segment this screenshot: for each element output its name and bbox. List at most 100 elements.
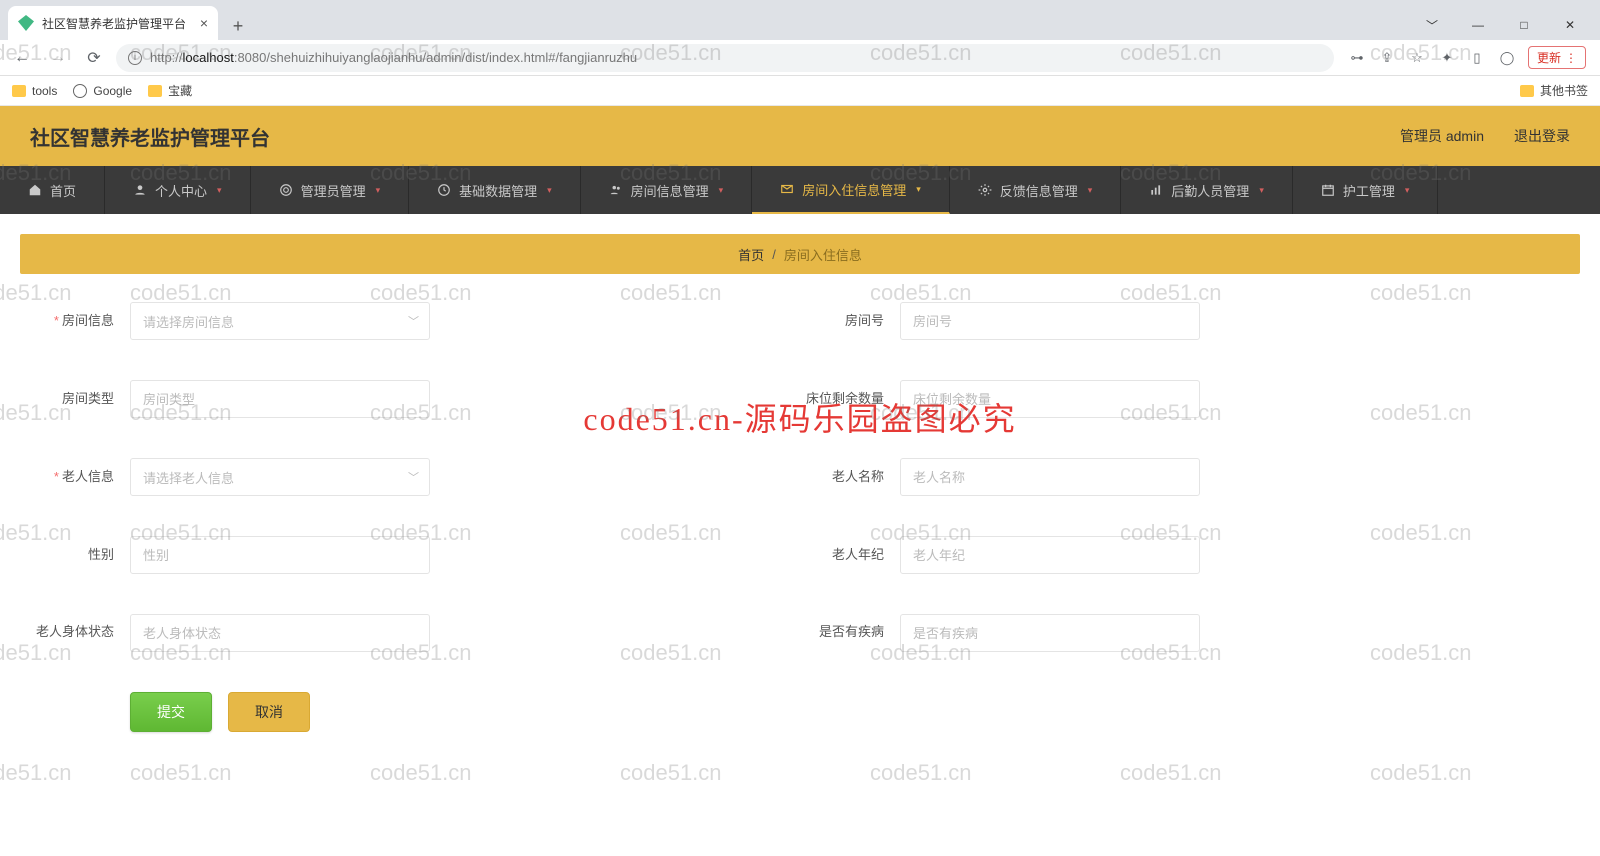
- nav-roomcheckin[interactable]: 房间入住信息管理▾: [752, 166, 950, 214]
- profile-icon[interactable]: ◯: [1498, 49, 1516, 67]
- sidepanel-icon[interactable]: ▯: [1468, 49, 1486, 67]
- watermark-text: code51.cn: [370, 760, 472, 786]
- bed-left-input[interactable]: [900, 380, 1200, 418]
- url-input[interactable]: i http://localhost:8080/shehuizhihuiyang…: [116, 44, 1334, 72]
- room-no-label: 房间号: [800, 302, 900, 340]
- main-nav: 首页 个人中心▾ 管理员管理▾ 基础数据管理▾ 房间信息管理▾ 房间入住信息管理…: [0, 166, 1600, 214]
- reload-button[interactable]: ⟳: [80, 44, 108, 72]
- star-icon[interactable]: ☆: [1408, 49, 1426, 67]
- bookmark-tools[interactable]: tools: [12, 84, 57, 98]
- room-no-input[interactable]: [900, 302, 1200, 340]
- watermark-text: code51.cn: [1370, 760, 1472, 786]
- watermark-text: code51.cn: [0, 760, 72, 786]
- close-window-button[interactable]: ✕: [1550, 10, 1590, 40]
- elder-body-input[interactable]: [130, 614, 430, 652]
- update-button[interactable]: 更新 ⋮: [1528, 46, 1586, 69]
- bookmark-google[interactable]: Google: [73, 84, 132, 98]
- tab-title: 社区智慧养老监护管理平台: [42, 15, 192, 32]
- logout-link[interactable]: 退出登录: [1514, 126, 1570, 146]
- calendar-icon: [1321, 183, 1335, 197]
- key-icon[interactable]: ⊶: [1348, 49, 1366, 67]
- nav-basedata[interactable]: 基础数据管理▾: [409, 166, 581, 214]
- folder-icon: [1520, 85, 1534, 97]
- browser-tab[interactable]: 社区智慧养老监护管理平台 ×: [8, 6, 218, 40]
- nav-caregiver[interactable]: 护工管理▾: [1293, 166, 1439, 214]
- has-disease-label: 是否有疾病: [800, 614, 900, 642]
- watermark-text: code51.cn: [1120, 760, 1222, 786]
- gear-icon: [978, 183, 992, 197]
- form: *房间信息 请选择房间信息﹀ 房间号 房间类型 床位剩余数量 *老人信息 请选择…: [20, 302, 1580, 732]
- room-type-input[interactable]: [130, 380, 430, 418]
- breadcrumb: 首页 / 房间入住信息: [20, 234, 1580, 274]
- clock-icon: [437, 183, 451, 197]
- nav-admin[interactable]: 管理员管理▾: [251, 166, 410, 214]
- user-label[interactable]: 管理员 admin: [1400, 126, 1484, 146]
- elder-body-label: 老人身体状态: [30, 614, 130, 642]
- elder-age-input[interactable]: [900, 536, 1200, 574]
- info-icon[interactable]: i: [128, 51, 142, 65]
- chevron-down-icon: ▾: [1259, 185, 1264, 196]
- chevron-down-icon: ▾: [916, 184, 921, 195]
- close-tab-icon[interactable]: ×: [200, 15, 208, 31]
- extensions-icon[interactable]: ✦: [1438, 49, 1456, 67]
- favicon-icon: [18, 15, 34, 31]
- nav-logistics[interactable]: 后勤人员管理▾: [1121, 166, 1293, 214]
- elder-info-label: *老人信息: [30, 458, 130, 496]
- bed-left-label: 床位剩余数量: [800, 380, 900, 418]
- bookmark-bz[interactable]: 宝藏: [148, 82, 192, 99]
- elder-age-label: 老人年纪: [800, 536, 900, 574]
- breadcrumb-home[interactable]: 首页: [738, 245, 764, 264]
- gender-input[interactable]: [130, 536, 430, 574]
- chevron-down-icon[interactable]: ﹀: [1412, 10, 1452, 40]
- watermark-text: code51.cn: [620, 760, 722, 786]
- globe-icon: [73, 84, 87, 98]
- breadcrumb-current: 房间入住信息: [784, 245, 862, 264]
- url-text: http://localhost:8080/shehuizhihuiyangla…: [150, 50, 637, 65]
- nav-personal[interactable]: 个人中心▾: [105, 166, 251, 214]
- chevron-down-icon: ﹀: [408, 313, 419, 329]
- watermark-text: code51.cn: [130, 760, 232, 786]
- bookmarks-bar: tools Google 宝藏 其他书签: [0, 76, 1600, 106]
- chevron-down-icon: ▾: [719, 185, 724, 196]
- window-controls: ﹀ — □ ✕: [1412, 10, 1600, 40]
- elder-name-input[interactable]: [900, 458, 1200, 496]
- share-icon[interactable]: ⇪: [1378, 49, 1396, 67]
- room-info-select[interactable]: 请选择房间信息﹀: [130, 302, 430, 340]
- target-icon: [279, 183, 293, 197]
- back-button[interactable]: ←: [8, 44, 36, 72]
- bookmark-other[interactable]: 其他书签: [1520, 82, 1588, 99]
- home-icon: [28, 183, 42, 197]
- minimize-button[interactable]: —: [1458, 10, 1498, 40]
- breadcrumb-sep: /: [772, 247, 776, 262]
- form-buttons: 提交 取消: [30, 692, 1570, 732]
- app-title: 社区智慧养老监护管理平台: [30, 122, 270, 151]
- page-content: 首页 / 房间入住信息 *房间信息 请选择房间信息﹀ 房间号 房间类型 床位剩余…: [0, 214, 1600, 752]
- room-info-label: *房间信息: [30, 302, 130, 340]
- watermark-text: code51.cn: [870, 760, 972, 786]
- header-right: 管理员 admin 退出登录: [1400, 126, 1570, 146]
- forward-button[interactable]: →: [44, 44, 72, 72]
- nav-feedback[interactable]: 反馈信息管理▾: [950, 166, 1122, 214]
- address-bar: ← → ⟳ i http://localhost:8080/shehuizhih…: [0, 40, 1600, 76]
- submit-button[interactable]: 提交: [130, 692, 212, 732]
- chevron-down-icon: ▾: [1088, 185, 1093, 196]
- cancel-button[interactable]: 取消: [228, 692, 310, 732]
- chevron-down-icon: ▾: [1405, 185, 1410, 196]
- maximize-button[interactable]: □: [1504, 10, 1544, 40]
- chevron-down-icon: ▾: [547, 185, 552, 196]
- nav-home[interactable]: 首页: [0, 166, 105, 214]
- browser-tab-strip: 社区智慧养老监护管理平台 × + ﹀ — □ ✕: [0, 0, 1600, 40]
- app-header: 社区智慧养老监护管理平台 管理员 admin 退出登录: [0, 106, 1600, 166]
- user-icon: [133, 183, 147, 197]
- folder-icon: [12, 85, 26, 97]
- nav-roominfo[interactable]: 房间信息管理▾: [581, 166, 753, 214]
- new-tab-button[interactable]: +: [224, 12, 252, 40]
- elder-info-select[interactable]: 请选择老人信息﹀: [130, 458, 430, 496]
- has-disease-input[interactable]: [900, 614, 1200, 652]
- mail-icon: [780, 182, 794, 196]
- chevron-down-icon: ﹀: [408, 469, 419, 485]
- addr-right: ⊶ ⇪ ☆ ✦ ▯ ◯ 更新 ⋮: [1342, 46, 1592, 69]
- chart-icon: [1149, 183, 1163, 197]
- gender-label: 性别: [30, 536, 130, 574]
- elder-name-label: 老人名称: [800, 458, 900, 496]
